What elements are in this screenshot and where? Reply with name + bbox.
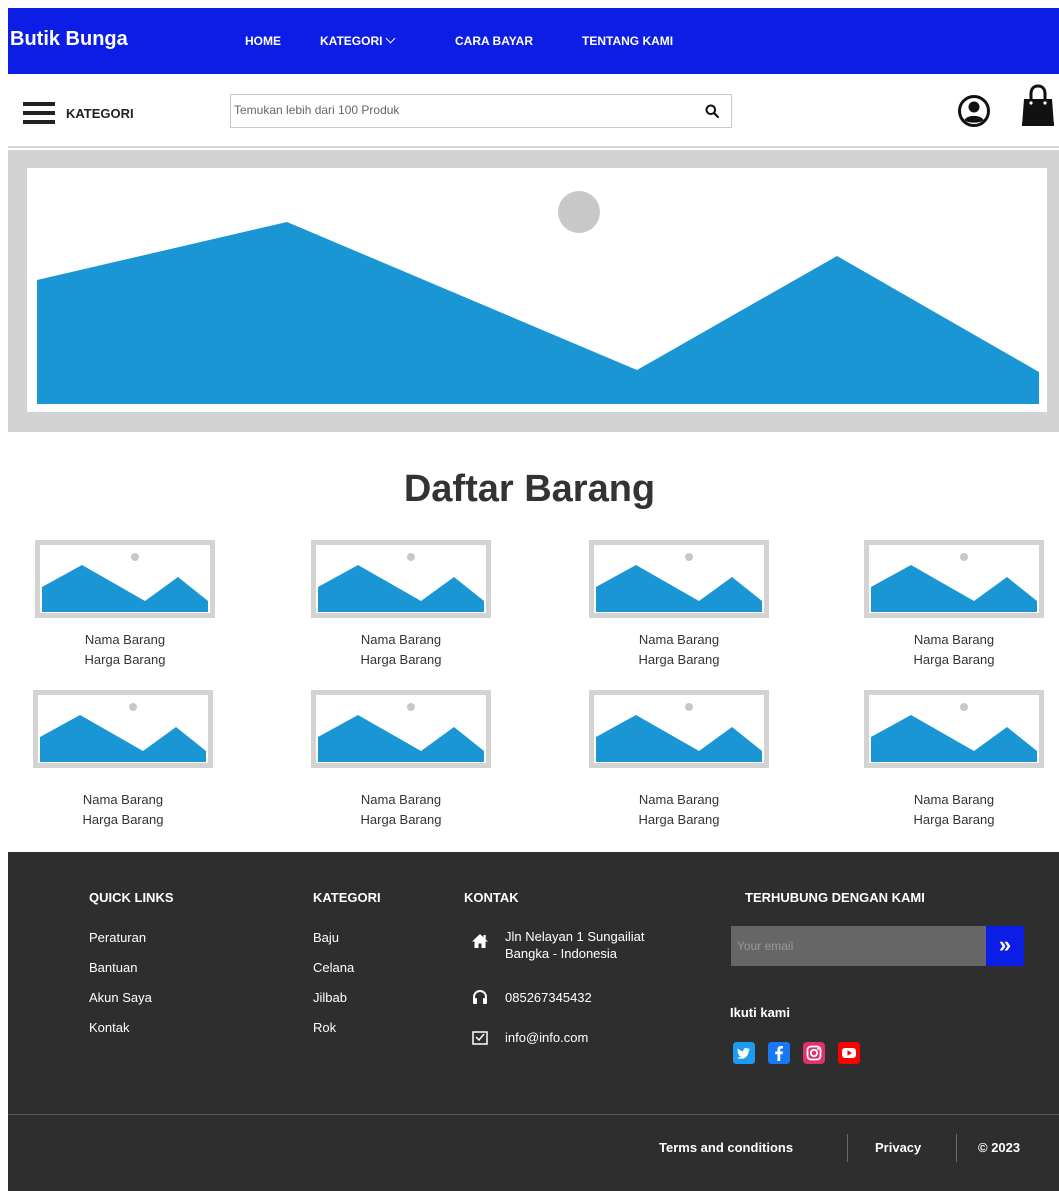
hamburger-menu-icon[interactable] — [23, 102, 55, 124]
separator — [847, 1134, 848, 1162]
product-price: Harga Barang — [84, 652, 166, 667]
search-box — [230, 94, 732, 128]
product-price: Harga Barang — [360, 812, 442, 827]
footer-connect-heading: TERHUBUNG DENGAN KAMI — [745, 890, 925, 905]
follow-us-label: Ikuti kami — [730, 1005, 790, 1020]
product-image — [33, 690, 213, 768]
footer-kategori-rok[interactable]: Rok — [313, 1020, 336, 1035]
product-card[interactable]: Nama Barang Harga Barang — [35, 540, 215, 670]
nav-kategori-label: KATEGORI — [320, 34, 383, 48]
footer-kategori-jilbab[interactable]: Jilbab — [313, 990, 347, 1005]
contact-address: Jln Nelayan 1 Sungailiat Bangka - Indone… — [505, 928, 644, 962]
product-image — [35, 540, 215, 618]
footer-link-kontak[interactable]: Kontak — [89, 1020, 129, 1035]
brand-logo[interactable]: Butik Bunga — [10, 28, 128, 51]
contact-email[interactable]: info@info.com — [505, 1029, 588, 1046]
product-price: Harga Barang — [913, 812, 995, 827]
top-navbar: Butik Bunga HOME KATEGORI CARA BAYAR TEN… — [8, 8, 1059, 74]
double-chevron-right-icon: » — [998, 932, 1012, 957]
chevron-down-icon — [386, 33, 396, 44]
newsletter-email-input[interactable] — [731, 926, 986, 966]
footer-kategori-baju[interactable]: Baju — [313, 930, 339, 945]
image-placeholder-icon — [596, 553, 762, 612]
image-placeholder-icon — [596, 703, 762, 762]
search-input[interactable] — [234, 103, 674, 117]
footer-link-bantuan[interactable]: Bantuan — [89, 960, 137, 975]
image-placeholder-icon — [318, 553, 484, 612]
nav-kategori[interactable]: KATEGORI — [320, 33, 396, 48]
product-name: Nama Barang — [638, 632, 720, 647]
banner-image-placeholder — [27, 168, 1047, 412]
product-image — [864, 540, 1044, 618]
twitter-icon[interactable] — [733, 1042, 755, 1064]
product-price: Harga Barang — [82, 812, 164, 827]
mail-icon — [472, 1031, 488, 1045]
nav-home[interactable]: HOME — [245, 34, 281, 48]
search-icon[interactable] — [705, 104, 719, 118]
address-line-1: Jln Nelayan 1 Sungailiat — [505, 929, 645, 944]
shopping-bag-icon[interactable] — [1020, 84, 1056, 128]
product-card[interactable]: Nama Barang Harga Barang — [311, 690, 491, 830]
product-price: Harga Barang — [913, 652, 995, 667]
image-placeholder-icon — [318, 703, 484, 762]
footer-kontak-heading: KONTAK — [464, 890, 519, 905]
newsletter-email-box — [731, 926, 986, 966]
product-image — [589, 540, 769, 618]
home-icon — [472, 934, 488, 948]
product-card[interactable]: Nama Barang Harga Barang — [589, 690, 769, 830]
facebook-icon[interactable] — [768, 1042, 790, 1064]
product-card[interactable]: Nama Barang Harga Barang — [589, 540, 769, 670]
product-card[interactable]: Nama Barang Harga Barang — [33, 690, 213, 830]
product-price: Harga Barang — [638, 652, 720, 667]
footer-kategori-heading: KATEGORI — [313, 890, 381, 905]
nav-cara-bayar[interactable]: CARA BAYAR — [455, 34, 533, 48]
product-price: Harga Barang — [360, 652, 442, 667]
product-image — [589, 690, 769, 768]
contact-phone: 085267345432 — [505, 990, 592, 1005]
footer-link-akun-saya[interactable]: Akun Saya — [89, 990, 152, 1005]
product-image — [864, 690, 1044, 768]
copyright-text: © 2023 — [978, 1140, 1021, 1155]
footer-divider — [8, 1114, 1059, 1115]
terms-link[interactable]: Terms and conditions — [659, 1140, 793, 1155]
footer-quick-links-heading: QUICK LINKS — [89, 890, 174, 905]
youtube-icon[interactable] — [838, 1042, 860, 1064]
image-placeholder-icon — [40, 703, 206, 762]
product-image — [311, 540, 491, 618]
address-line-2: Bangka - Indonesia — [505, 946, 618, 961]
image-placeholder-icon — [871, 553, 1037, 612]
product-card[interactable]: Nama Barang Harga Barang — [864, 690, 1044, 830]
separator — [956, 1134, 957, 1162]
product-name: Nama Barang — [84, 632, 166, 647]
image-placeholder-icon — [37, 191, 1039, 404]
image-placeholder-icon — [42, 553, 208, 612]
product-price: Harga Barang — [638, 812, 720, 827]
product-image — [311, 690, 491, 768]
footer-kategori-celana[interactable]: Celana — [313, 960, 354, 975]
headphones-icon — [473, 989, 487, 1004]
product-name: Nama Barang — [360, 632, 442, 647]
image-placeholder-icon — [871, 703, 1037, 762]
footer-link-peraturan[interactable]: Peraturan — [89, 930, 146, 945]
section-title: Daftar Barang — [403, 468, 656, 510]
product-card[interactable]: Nama Barang Harga Barang — [311, 540, 491, 670]
nav-tentang-kami[interactable]: TENTANG KAMI — [582, 34, 673, 48]
newsletter-submit-button[interactable]: » — [986, 926, 1024, 966]
product-name: Nama Barang — [82, 792, 164, 807]
search-row: KATEGORI — [8, 74, 1059, 148]
product-name: Nama Barang — [913, 632, 995, 647]
product-card[interactable]: Nama Barang Harga Barang — [864, 540, 1044, 670]
hero-banner — [8, 150, 1059, 432]
product-name: Nama Barang — [638, 792, 720, 807]
category-menu-label[interactable]: KATEGORI — [66, 106, 134, 121]
footer: QUICK LINKS Peraturan Bantuan Akun Saya … — [8, 852, 1059, 1191]
privacy-link[interactable]: Privacy — [875, 1140, 921, 1155]
user-account-icon[interactable] — [958, 95, 990, 127]
instagram-icon[interactable] — [803, 1042, 825, 1064]
product-name: Nama Barang — [360, 792, 442, 807]
product-name: Nama Barang — [913, 792, 995, 807]
